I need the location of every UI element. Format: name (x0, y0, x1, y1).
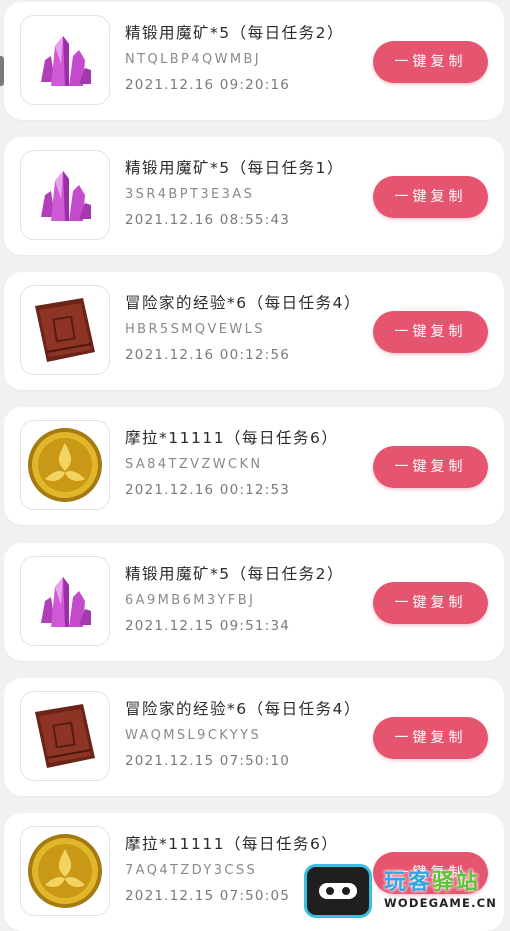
coin-icon (28, 428, 102, 502)
copy-button[interactable]: 一键复制 (373, 446, 488, 488)
item-thumbnail (20, 826, 110, 916)
list-item: 冒险家的经验*6（每日任务4） HBR5SMQVEWLS 2021.12.16 … (4, 272, 504, 390)
redeem-code: HBR5SMQVEWLS (125, 322, 265, 337)
item-title: 精锻用魔矿*5（每日任务1） (125, 159, 344, 177)
item-title: 精锻用魔矿*5（每日任务2） (125, 565, 344, 583)
item-thumbnail (20, 420, 110, 510)
list-item: 摩拉*11111（每日任务6） SA84TZVZWCKN 2021.12.16 … (4, 407, 504, 525)
redeem-code: SA84TZVZWCKN (125, 457, 263, 472)
copy-button[interactable]: 一键复制 (373, 717, 488, 759)
crystal-icon (41, 171, 91, 221)
timestamp: 2021.12.16 00:12:53 (125, 482, 291, 498)
item-thumbnail (20, 691, 110, 781)
list-item: 精锻用魔矿*5（每日任务2） NTQLBP4QWMBJ 2021.12.16 0… (4, 2, 504, 120)
redeem-code: 3SR4BPT3E3AS (125, 187, 255, 202)
watermark-name-part2: 驿站 (432, 870, 481, 895)
coin-icon (28, 834, 102, 908)
copy-button[interactable]: 一键复制 (373, 41, 488, 83)
item-title: 精锻用魔矿*5（每日任务2） (125, 24, 344, 42)
crystal-icon (41, 577, 91, 627)
timestamp: 2021.12.15 09:51:34 (125, 618, 291, 634)
timestamp: 2021.12.16 00:12:56 (125, 347, 291, 363)
item-thumbnail (20, 556, 110, 646)
copy-button[interactable]: 一键复制 (373, 582, 488, 624)
redeem-code: WAQMSL9CKYYS (125, 728, 262, 743)
item-thumbnail (20, 285, 110, 375)
book-icon (35, 298, 95, 362)
item-thumbnail (20, 15, 110, 105)
watermark-name: 玩客驿站 (384, 864, 480, 896)
robot-logo-icon (304, 864, 372, 918)
watermark-domain: WODEGAME.CN (384, 896, 498, 910)
copy-button[interactable]: 一键复制 (373, 311, 488, 353)
copy-button[interactable]: 一键复制 (373, 176, 488, 218)
item-title: 冒险家的经验*6（每日任务4） (125, 700, 361, 718)
list-item: 冒险家的经验*6（每日任务4） WAQMSL9CKYYS 2021.12.15 … (4, 678, 504, 796)
redeem-code: NTQLBP4QWMBJ (125, 52, 262, 67)
item-title: 摩拉*11111（每日任务6） (125, 429, 339, 447)
redeem-code: 6A9MB6M3YFBJ (125, 593, 256, 608)
timestamp: 2021.12.16 09:20:16 (125, 77, 291, 93)
list-item: 精锻用魔矿*5（每日任务2） 6A9MB6M3YFBJ 2021.12.15 0… (4, 543, 504, 661)
item-thumbnail (20, 150, 110, 240)
timestamp: 2021.12.15 07:50:05 (125, 888, 291, 904)
redeem-code: 7AQ4TZDY3CSS (125, 863, 258, 878)
watermark-name-part1: 玩客 (384, 870, 433, 895)
book-icon (35, 704, 95, 768)
list-item: 精锻用魔矿*5（每日任务1） 3SR4BPT3E3AS 2021.12.16 0… (4, 137, 504, 255)
item-title: 摩拉*11111（每日任务6） (125, 835, 339, 853)
crystal-icon (41, 36, 91, 86)
item-title: 冒险家的经验*6（每日任务4） (125, 294, 361, 312)
timestamp: 2021.12.15 07:50:10 (125, 753, 291, 769)
timestamp: 2021.12.16 08:55:43 (125, 212, 291, 228)
site-watermark: 玩客驿站 WODEGAME.CN (304, 862, 510, 920)
